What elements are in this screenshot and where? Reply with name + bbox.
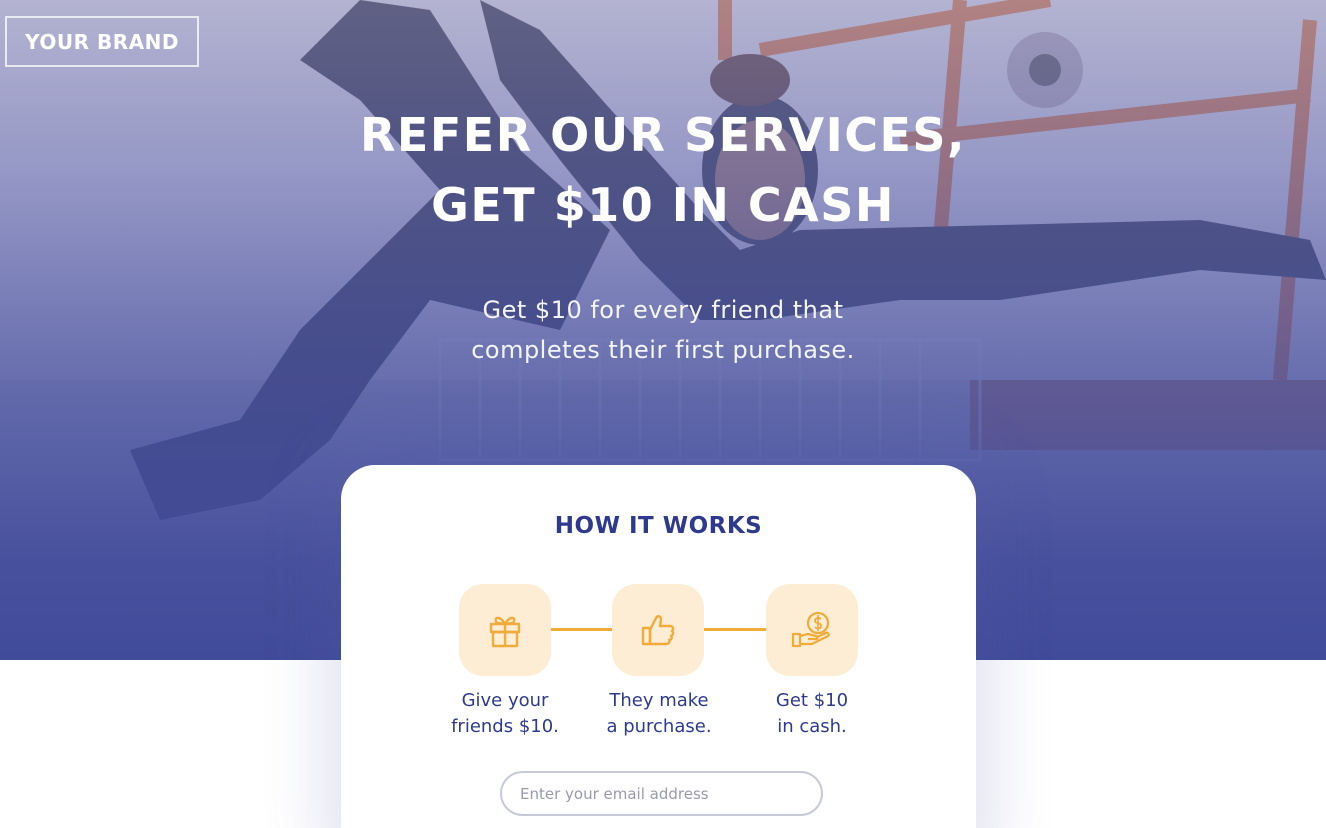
step-3-icon-tile (766, 584, 858, 676)
hero-subheading: Get $10 for every friend that completes … (330, 290, 996, 370)
thumbs-up-icon (641, 615, 675, 646)
headline-line-2: GET $10 IN CASH (431, 178, 895, 232)
hero-headline: REFER OUR SERVICES, GET $10 IN CASH (260, 100, 1066, 240)
gift-icon (489, 616, 521, 648)
step-3-label: Get $10 in cash. (722, 688, 902, 740)
step-connector-1 (549, 628, 613, 631)
step-1-label: Give your friends $10. (415, 688, 595, 740)
step-1-line-2: friends $10. (451, 716, 559, 737)
step-1-line-1: Give your (461, 690, 549, 711)
step-3-line-2: in cash. (777, 716, 847, 737)
hand-coin-icon (791, 611, 830, 648)
how-it-works-title: HOW IT WORKS (554, 513, 763, 539)
subheading-line-2: completes their first purchase. (471, 336, 855, 364)
how-it-works-card: HOW IT WORKS Give your friends $10. They… (341, 465, 976, 828)
headline-line-1: REFER OUR SERVICES, (360, 108, 966, 162)
step-1-icon-tile (459, 584, 551, 676)
step-connector-2 (703, 628, 767, 631)
subheading-line-1: Get $10 for every friend that (482, 296, 844, 324)
brand-logo[interactable]: YOUR BRAND (5, 16, 199, 67)
referral-landing-page: YOUR BRAND REFER OUR SERVICES, GET $10 I… (0, 0, 1326, 828)
step-3-line-1: Get $10 (775, 690, 849, 711)
step-2-icon-tile (612, 584, 704, 676)
email-field[interactable] (500, 771, 823, 816)
brand-label: YOUR BRAND (25, 29, 179, 54)
